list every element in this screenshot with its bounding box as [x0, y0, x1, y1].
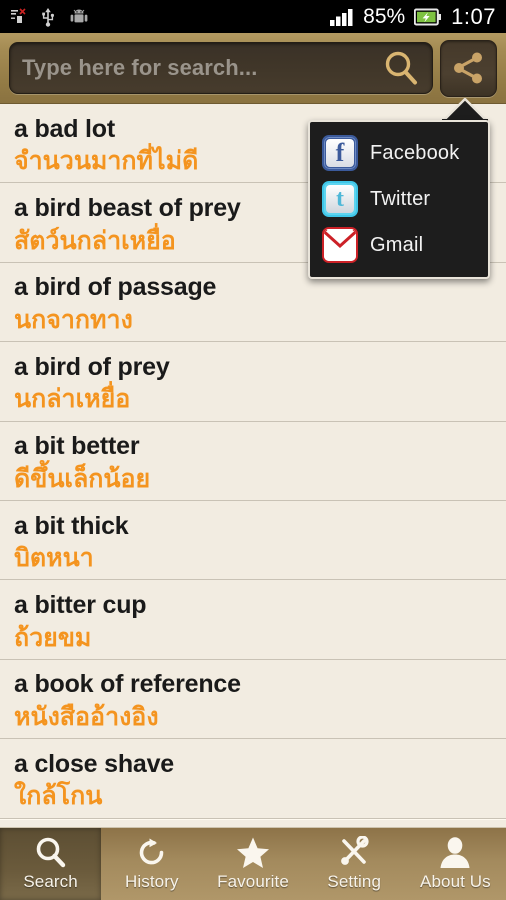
- person-icon: [438, 836, 472, 870]
- signal-bars-icon: [330, 8, 354, 26]
- sim-error-icon: [10, 8, 27, 25]
- entry-term: a bit thick: [14, 511, 129, 540]
- share-button[interactable]: [440, 39, 497, 97]
- nav-item-history[interactable]: History: [101, 828, 202, 900]
- nav-item-label: Favourite: [217, 872, 289, 891]
- entry-translation: ใกล้โกน: [14, 782, 103, 811]
- share-option-label: Twitter: [370, 187, 431, 210]
- entry-term: a bit better: [14, 432, 140, 461]
- nav-item-favourite[interactable]: Favourite: [202, 828, 303, 900]
- twitter-icon: t: [322, 181, 358, 217]
- entry-translation: นกล่าเหยื่อ: [14, 385, 131, 414]
- status-bar-left-icons: [10, 7, 89, 27]
- list-item[interactable]: a bird of prey นกล่าเหยื่อ: [0, 342, 506, 422]
- share-popup[interactable]: f Facebook t Twitter Gmail: [308, 120, 490, 279]
- entry-translation: บิตหนา: [14, 544, 94, 573]
- status-bar: 85% 1:07: [0, 0, 506, 33]
- share-option-twitter[interactable]: t Twitter: [310, 176, 488, 222]
- nav-item-label: Setting: [327, 872, 382, 891]
- entry-translation: ดีขึ้นเล็กน้อย: [14, 464, 151, 493]
- clock-label: 1:07: [451, 3, 496, 29]
- entry-term: a close shave: [14, 749, 175, 778]
- usb-icon: [41, 7, 55, 27]
- nav-item-search[interactable]: Search: [0, 828, 102, 900]
- entry-term: a book of reference: [14, 670, 241, 699]
- search-icon[interactable]: [382, 49, 420, 87]
- refresh-icon: [135, 836, 169, 870]
- list-item[interactable]: a bit thick บิตหนา: [0, 500, 506, 581]
- search-toolbar: Type here for search...: [0, 33, 506, 104]
- battery-percent-label: 85%: [363, 4, 406, 28]
- entry-term: a bird of prey: [14, 352, 170, 381]
- nav-item-label: History: [125, 872, 179, 891]
- nav-item-label: Search: [23, 872, 78, 891]
- battery-charging-icon: [413, 8, 442, 26]
- app-root: 85% 1:07 Type here for search... a bad l…: [0, 0, 506, 900]
- entry-translation: ถ้วยขม: [14, 623, 92, 652]
- facebook-glyph: f: [326, 139, 354, 167]
- list-item[interactable]: a book of reference หนังสืออ้างอิง: [0, 659, 506, 740]
- star-icon: [235, 836, 271, 870]
- share-option-gmail[interactable]: Gmail: [310, 222, 488, 268]
- entry-translation: นกจากทาง: [14, 305, 133, 334]
- entry-translation: หนังสืออ้างอิง: [14, 702, 159, 731]
- entry-term: a bitter cup: [14, 591, 147, 620]
- share-option-facebook[interactable]: f Facebook: [310, 130, 488, 176]
- share-option-label: Facebook: [370, 141, 460, 164]
- share-option-label: Gmail: [370, 233, 424, 256]
- tools-icon: [337, 836, 371, 870]
- list-item[interactable]: a bitter cup ถ้วยขม: [0, 580, 506, 660]
- search-icon: [34, 836, 68, 870]
- nav-item-setting[interactable]: Setting: [304, 828, 405, 900]
- share-icon: [452, 51, 486, 85]
- gmail-icon: [322, 227, 358, 263]
- twitter-glyph: t: [326, 185, 354, 213]
- search-placeholder: Type here for search...: [22, 55, 258, 80]
- nav-item-about-us[interactable]: About Us: [405, 828, 506, 900]
- facebook-icon: f: [322, 135, 358, 171]
- android-debug-icon: [69, 8, 89, 26]
- status-bar-right-icons: 85% 1:07: [330, 4, 496, 30]
- nav-item-label: About Us: [420, 872, 491, 891]
- share-popup-arrow: [440, 97, 490, 125]
- bottom-navigation: Search History Favourite Setting About U…: [0, 827, 506, 900]
- search-input[interactable]: Type here for search...: [9, 42, 433, 94]
- list-item[interactable]: a close shave ใกล้โกน: [0, 739, 506, 819]
- list-item[interactable]: a bit better ดีขึ้นเล็กน้อย: [0, 421, 506, 501]
